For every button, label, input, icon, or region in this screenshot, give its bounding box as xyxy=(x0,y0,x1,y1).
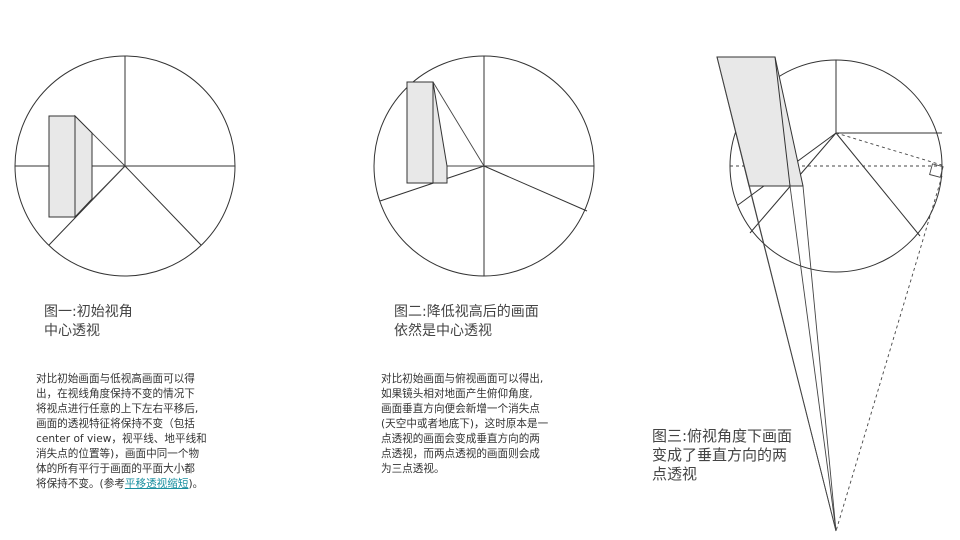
figure2-para-line: 对比初始画面与俯视画面可以得出, xyxy=(381,373,544,385)
figure1-caption-line2: 中心透视 xyxy=(44,323,100,339)
figure1-box-side xyxy=(74,114,93,219)
figure1-para-line: 画面的透视特征将保持不变（包括 xyxy=(36,418,195,430)
figure2-para-line: 如果镜头相对地面产生俯仰角度, xyxy=(381,388,533,400)
figure3-caption: 图三:俯视角度下画面 变成了垂直方向的两 点透视 xyxy=(652,427,812,484)
figure1-caption-line1: 图一:初始视角 xyxy=(44,304,133,320)
figure2-diagram xyxy=(373,55,595,277)
figure2-caption-line1: 图二:降低视高后的画面 xyxy=(394,304,539,320)
figure3-right-ray xyxy=(835,132,921,237)
figure2-right-ray xyxy=(483,165,588,212)
figure3-caption-line1: 图三:俯视角度下画面 xyxy=(652,427,793,445)
figure2-box-side xyxy=(432,81,448,184)
figure2-para-line: 点透视的画面会变成垂直方向的两 xyxy=(381,433,540,445)
figure1-explanation: 对比初始画面与低视高画面可以得 出，在视线角度保持不变的情况下 将视点进行任意的… xyxy=(36,372,240,492)
figure2-para-line: 点透视，而两点透视的画面则会成 xyxy=(381,448,540,460)
figure1-para-last-line: 将保持不变。(参考平移透视缩短)。 xyxy=(36,477,240,492)
figure1-caption: 图一:初始视角 中心透视 xyxy=(44,303,244,341)
figure1-para-line: 体的所有平行于画面的平面大小都 xyxy=(36,463,195,475)
figure1-para-last-prefix: 将保持不变。(参考 xyxy=(36,478,125,490)
figure2-box-front xyxy=(406,81,434,184)
figure2-para-line: 画面垂直方向便会新增一个消失点 xyxy=(381,403,540,415)
figure3-caption-line2: 变成了垂直方向的两 xyxy=(652,446,788,464)
figure1-para-last-suffix: )。 xyxy=(188,478,204,490)
figure1-para-line: 出，在视线角度保持不变的情况下 xyxy=(36,388,195,400)
parallel-foreshortening-link[interactable]: 平移透视缩短 xyxy=(125,478,189,490)
figure1-para-line: center of view，视平线、地平线和 xyxy=(36,433,207,445)
figure3-dashed-ray xyxy=(835,132,946,167)
figure1-para-line: 将视点进行任意的上下左右平移后, xyxy=(36,403,199,415)
figure1-para-line: 对比初始画面与低视高画面可以得 xyxy=(36,373,195,385)
figure3-dashed-vanishing-ray xyxy=(835,175,943,532)
figure3-caption-line3: 点透视 xyxy=(652,465,698,483)
figure1-para-line: 消失点的位置等)，画面中同一个物 xyxy=(36,448,200,460)
figure1-box-front xyxy=(48,115,76,218)
figure2-para-line: 为三点透视。 xyxy=(381,463,445,475)
figure1-right-ray xyxy=(124,165,202,246)
figure2-caption-line2: 依然是中心透视 xyxy=(394,323,492,339)
figure2-para-line: (天空中或者地底下)，这时原本是一 xyxy=(381,418,549,430)
figure1-diagram xyxy=(14,55,236,277)
figure2-caption: 图二:降低视高后的画面 依然是中心透视 xyxy=(394,303,614,341)
figure2-explanation: 对比初始画面与俯视画面可以得出, 如果镜头相对地面产生俯仰角度, 画面垂直方向便… xyxy=(381,372,593,477)
